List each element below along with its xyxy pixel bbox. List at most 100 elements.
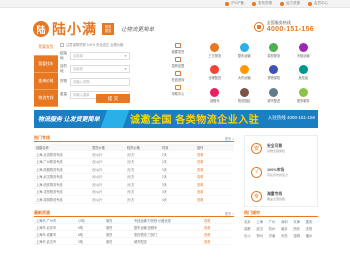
tab-lines[interactable]: 物流专线 — [34, 90, 58, 107]
table-cell: 元/公斤 — [92, 182, 103, 187]
table-cell: 元/方 — [127, 160, 135, 165]
top-link-publish[interactable]: 发布货源 — [252, 1, 272, 6]
city-link[interactable]: 长沙 — [244, 233, 256, 238]
dot-icon — [280, 1, 284, 6]
service-item[interactable]: 冷链运输 — [289, 39, 319, 62]
table-cell[interactable]: 上海-昆明物流专线 — [34, 197, 92, 202]
list-cell: 专线运输 时效快 价格优惠 — [134, 218, 171, 223]
city-link[interactable]: 昆明 — [293, 233, 305, 238]
city-link[interactable]: 成都 — [244, 226, 256, 231]
goods-input[interactable]: 请输入货物 — [70, 77, 130, 86]
top-bar: 沪ICP备 发布货源 运力资源 会员中心 — [0, 0, 350, 8]
logo-text: 陆小满 — [52, 21, 97, 37]
view-link[interactable]: 查看 — [204, 239, 234, 244]
table-cell: 元/方 — [127, 197, 135, 202]
table-row: 上海-昆明物流专线 元/公斤 元/方 4天 查看 — [34, 196, 234, 204]
latest-goods-header: 最新货源 更多 > — [34, 210, 234, 217]
side-item-send[interactable]: 我要发货 — [164, 41, 192, 55]
table-cell[interactable]: 上海-沈阳物流专线 — [34, 189, 92, 194]
top-link-icp[interactable]: 沪ICP备 — [225, 1, 244, 6]
logo[interactable]: 陆 陆小满 物流 服务 让物流更简单 — [33, 19, 154, 39]
price-table-header: 线路名称 重货价格 轻货价格 时效 操作 — [34, 144, 234, 151]
feature-lines: 专 海量专线 覆盖全国线路 — [245, 184, 317, 208]
route-icon: 专 — [251, 190, 262, 202]
hotline: 全国服务热线 4000-151-156 — [253, 20, 314, 33]
view-link[interactable]: 查看 — [197, 152, 232, 157]
form-row-destination: 目的地 请选择 ▼ — [60, 64, 160, 73]
origin-select[interactable]: 请选择 ▼ — [70, 51, 130, 60]
top-link-capacity[interactable]: 运力资源 — [280, 1, 300, 6]
more-link[interactable]: 更多 > — [225, 211, 234, 216]
service-item[interactable]: 大件运输 — [230, 62, 260, 85]
tab-find-truck[interactable]: 我要找车 — [34, 56, 58, 73]
checkbox[interactable] — [60, 42, 64, 47]
city-link[interactable]: 南京 — [281, 226, 293, 231]
city-link[interactable]: 青岛 — [281, 233, 293, 238]
view-link[interactable]: 查看 — [197, 159, 232, 164]
list-cell: 普货 — [106, 225, 113, 230]
destination-select[interactable]: 请选择 ▼ — [70, 64, 130, 73]
view-link[interactable]: 查看 — [197, 167, 232, 172]
city-header: 热门城市 — [244, 210, 318, 217]
service-item[interactable]: 回程车 — [200, 84, 230, 107]
table-cell[interactable]: 上海-广州物流专线 — [34, 159, 92, 164]
city-link[interactable]: 郑州 — [256, 233, 268, 238]
list-cell: 5吨 — [78, 225, 83, 230]
table-cell[interactable]: 上海-武汉物流专线 — [34, 174, 92, 179]
chevron-down-icon: ▼ — [124, 66, 127, 71]
service-icon — [210, 88, 220, 98]
service-item[interactable]: 物流园区 — [230, 84, 260, 107]
table-cell[interactable]: 上海-成都物流专线 — [34, 167, 92, 172]
form-row-goods: 货物 请输入货物 — [60, 77, 160, 86]
city-link[interactable]: 杭州 — [269, 226, 281, 231]
service-item[interactable]: 货物保险 — [259, 62, 289, 85]
table-cell[interactable]: 上海-北京物流专线 — [34, 152, 92, 157]
city-link[interactable]: 武汉 — [256, 226, 268, 231]
view-link[interactable]: 查看 — [197, 174, 232, 179]
submit-button[interactable]: 提 交 — [96, 94, 130, 103]
service-item[interactable]: 城市配送 — [259, 84, 289, 107]
side-item-join[interactable]: 招商加盟 — [164, 55, 192, 69]
promo-banner[interactable]: 物流服务 让发货更简单 诚邀全国 各类物流企业入驻 入驻热线 4000-151-… — [34, 110, 318, 128]
city-link[interactable]: 上海 — [256, 219, 268, 224]
view-link[interactable]: 查看 — [197, 197, 232, 202]
view-link[interactable]: 查看 — [204, 218, 234, 223]
service-item[interactable]: 整车运输 — [230, 39, 260, 62]
service-item[interactable]: 三方物流 — [200, 39, 230, 62]
service-item[interactable]: 更多服务 — [289, 84, 319, 107]
table-row: 上海-武汉物流专线 元/公斤 元/方 2天 查看 — [34, 174, 234, 181]
chevron-down-icon: ▼ — [124, 53, 127, 58]
service-item[interactable]: 仓储配送 — [200, 62, 230, 85]
view-link[interactable]: 查看 — [204, 225, 234, 230]
list-cell: 普货 — [106, 239, 113, 244]
city-link[interactable]: 广州 — [269, 219, 281, 224]
service-item[interactable]: 危险品 — [289, 62, 319, 85]
top-link-member[interactable]: 会员中心 — [308, 1, 328, 6]
table-row: 上海-成都物流专线 元/公斤 元/方 3天 查看 — [34, 166, 234, 174]
city-link[interactable]: 沈阳 — [306, 226, 318, 231]
table-cell: 元/方 — [127, 167, 135, 172]
city-link[interactable]: 深圳 — [281, 219, 293, 224]
more-link[interactable]: 更多 > — [225, 136, 234, 141]
table-cell: 3天 — [162, 190, 167, 195]
city-link[interactable]: 重庆 — [306, 219, 318, 224]
service-icon — [239, 65, 249, 75]
view-link[interactable]: 查看 — [197, 189, 232, 194]
table-cell: 元/公斤 — [92, 160, 103, 165]
side-item-help[interactable]: 帮助中心 — [164, 83, 192, 97]
view-link[interactable]: 查看 — [197, 182, 232, 187]
city-link[interactable]: 福州 — [306, 233, 318, 238]
service-icon — [269, 88, 279, 98]
service-item[interactable]: 零担物流 — [259, 39, 289, 62]
table-cell: 3天 — [162, 167, 167, 172]
tab-send-goods[interactable]: 我要发货 — [34, 39, 58, 56]
tab-price[interactable]: 查询价格 — [34, 73, 58, 90]
view-link[interactable]: 查看 — [204, 232, 234, 237]
table-cell[interactable]: 上海-西安物流专线 — [34, 182, 92, 187]
city-link[interactable]: 济南 — [269, 233, 281, 238]
city-link[interactable]: 北京 — [244, 219, 256, 224]
city-link[interactable]: 天津 — [293, 219, 305, 224]
side-item-chat[interactable]: 在线咨询 — [164, 69, 192, 83]
city-link[interactable]: 西安 — [293, 226, 305, 231]
banner-left-text: 物流服务 让发货更简单 — [38, 117, 100, 123]
